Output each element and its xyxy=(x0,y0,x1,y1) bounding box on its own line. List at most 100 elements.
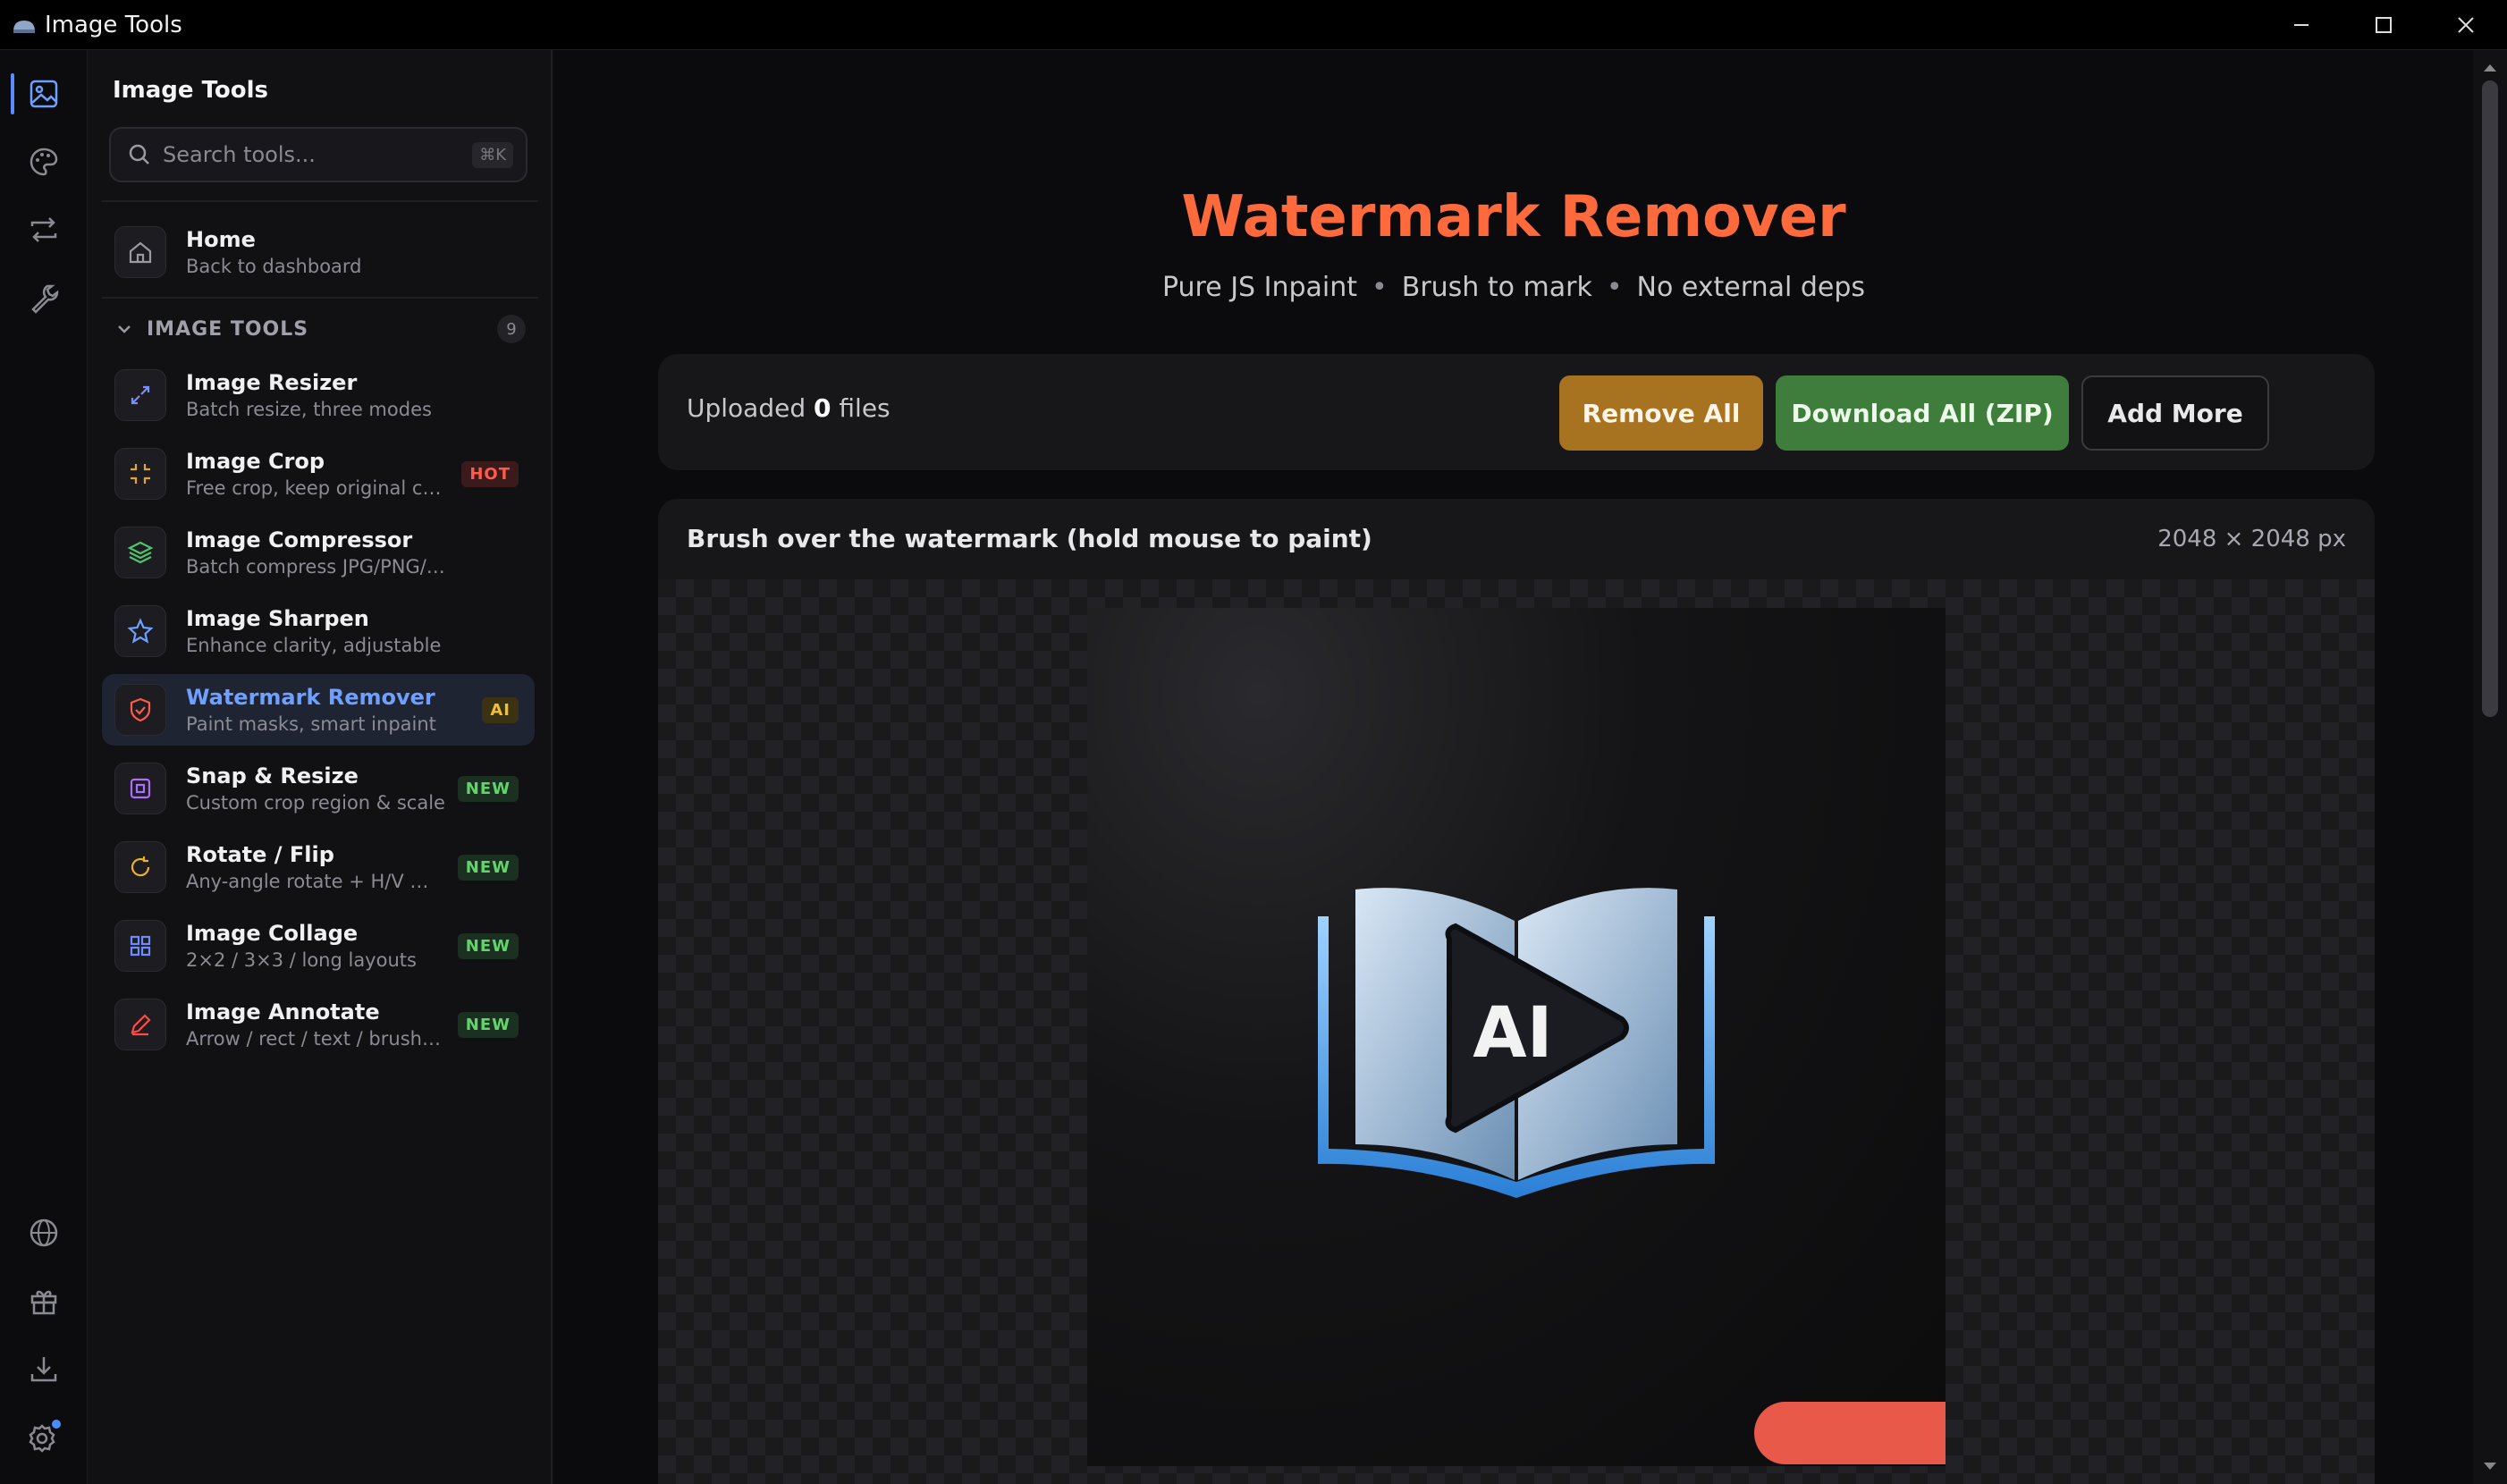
notification-dot xyxy=(52,1420,61,1429)
sidebar-item-subtitle: Batch compress JPG/PNG/WebP xyxy=(186,556,445,578)
maximize-button[interactable] xyxy=(2342,0,2425,50)
scroll-down-icon[interactable] xyxy=(2473,1454,2507,1480)
paint-canvas-area[interactable]: AI xyxy=(658,579,2375,1484)
page-subtitle: Pure JS Inpaint • Brush to mark • No externa… xyxy=(1161,272,1866,303)
globe-icon xyxy=(30,1218,58,1247)
uploaded-count: Uploaded 0 files xyxy=(687,393,891,423)
title-bar: Image Tools xyxy=(0,0,2507,50)
section-label: IMAGE TOOLS xyxy=(147,317,309,341)
sidebar-item-watermark-remover[interactable]: Watermark Remover Paint masks, smart inp… xyxy=(102,674,535,746)
search-input[interactable] xyxy=(163,142,473,167)
minimize-button[interactable] xyxy=(2260,0,2342,50)
new-badge: NEW xyxy=(457,932,519,959)
sidebar-item-image-annotate[interactable]: Image Annotate Arrow / rect / text / bru… xyxy=(102,989,535,1060)
sidebar-item-subtitle: Free crop, keep original clarity xyxy=(186,477,445,499)
window-title: Image Tools xyxy=(45,11,182,38)
image-icon xyxy=(30,80,58,108)
section-count-badge: 9 xyxy=(497,315,526,343)
sidebar-item-snap-resize[interactable]: Snap & Resize Custom crop region & scale… xyxy=(102,753,535,824)
rail-convert-tools[interactable] xyxy=(20,206,68,254)
rail-download[interactable] xyxy=(20,1345,68,1393)
subtitle-feature: Brush to mark xyxy=(1401,272,1592,303)
layers-icon xyxy=(114,527,166,578)
sidebar-item-subtitle: 2×2 / 3×3 / long layouts xyxy=(186,949,417,971)
close-button[interactable] xyxy=(2425,0,2507,50)
sidebar-item-subtitle: Arrow / rect / text / brush / mosaic xyxy=(186,1028,445,1050)
rotate-icon xyxy=(114,841,166,893)
search-box[interactable]: ⌘K xyxy=(109,127,528,182)
resize-icon xyxy=(114,369,166,421)
sidebar-item-subtitle: Batch resize, three modes xyxy=(186,399,432,420)
rail-color-tools[interactable] xyxy=(20,138,68,186)
scroll-up-icon[interactable] xyxy=(2473,54,2507,80)
pen-icon xyxy=(114,999,166,1050)
shield-icon xyxy=(114,684,166,736)
image-dimensions: 2048 × 2048 px xyxy=(2157,526,2346,552)
ai-badge: AI xyxy=(482,696,519,723)
tools-sidebar: Image Tools ⌘K Home Back to dashboard IM… xyxy=(88,50,553,1484)
rail-image-tools[interactable] xyxy=(20,70,68,118)
brush-editor: Brush over the watermark (hold mouse to … xyxy=(658,499,2375,1484)
sidebar-item-title: Image Resizer xyxy=(186,370,358,395)
download-icon xyxy=(30,1357,57,1382)
book-play-illustration: AI xyxy=(1318,888,1715,1198)
editor-header: Brush over the watermark (hold mouse to … xyxy=(658,499,2375,579)
icon-rail xyxy=(0,50,88,1484)
main-content: Watermark Remover Pure JS Inpaint • Brush … xyxy=(554,50,2473,1484)
sidebar-item-subtitle: Any-angle rotate + H/V mirror xyxy=(186,871,445,892)
rail-active-indicator xyxy=(11,73,14,114)
subtitle-feature: No external deps xyxy=(1636,272,1866,303)
search-shortcut-hint: ⌘K xyxy=(472,141,513,168)
image-ai-text: AI xyxy=(1473,993,1552,1074)
sidebar-item-image-compressor[interactable]: Image Compressor Batch compress JPG/PNG/… xyxy=(102,517,535,588)
hot-badge: HOT xyxy=(461,460,519,487)
close-icon xyxy=(2458,17,2474,33)
rail-gift[interactable] xyxy=(20,1277,68,1325)
sidebar-item-title: Home xyxy=(186,227,256,252)
rail-language[interactable] xyxy=(20,1209,68,1257)
minimize-icon xyxy=(2294,24,2309,26)
chevron-down-icon xyxy=(118,325,131,333)
sidebar-title: Image Tools xyxy=(113,77,269,104)
file-toolbar: Uploaded 0 files Remove All Download All… xyxy=(658,354,2375,470)
page-title: Watermark Remover xyxy=(1181,184,1846,250)
divider xyxy=(102,200,538,202)
divider xyxy=(102,297,538,299)
sidebar-item-title: Rotate / Flip xyxy=(186,842,334,867)
sidebar-item-subtitle: Custom crop region & scale xyxy=(186,792,445,814)
sidebar-item-image-crop[interactable]: Image Crop Free crop, keep original clar… xyxy=(102,438,535,510)
sidebar-item-rotate-flip[interactable]: Rotate / Flip Any-angle rotate + H/V mir… xyxy=(102,831,535,903)
sidebar-item-image-collage[interactable]: Image Collage 2×2 / 3×3 / long layouts N… xyxy=(102,910,535,982)
rail-settings[interactable] xyxy=(20,1412,68,1461)
section-toggle-image-tools[interactable]: IMAGE TOOLS 9 xyxy=(114,311,526,347)
vertical-scrollbar[interactable] xyxy=(2473,50,2507,1484)
star-icon xyxy=(114,605,166,657)
scroll-thumb[interactable] xyxy=(2482,80,2498,717)
home-icon xyxy=(114,226,166,278)
grid-icon xyxy=(114,920,166,972)
maximize-icon xyxy=(2376,17,2392,33)
download-all-zip-button[interactable]: Download All (ZIP) xyxy=(1776,375,2069,451)
sidebar-item-title: Image Sharpen xyxy=(186,606,369,631)
crop-icon xyxy=(114,448,166,500)
sidebar-item-title: Image Annotate xyxy=(186,999,380,1024)
remove-all-button[interactable]: Remove All xyxy=(1559,375,1763,451)
sidebar-item-subtitle: Back to dashboard xyxy=(186,256,362,277)
sidebar-item-image-sharpen[interactable]: Image Sharpen Enhance clarity, adjustabl… xyxy=(102,595,535,667)
sidebar-item-image-resizer[interactable]: Image Resizer Batch resize, three modes xyxy=(102,359,535,431)
wrench-icon xyxy=(31,284,59,314)
snap-icon xyxy=(114,763,166,814)
sidebar-item-title: Watermark Remover xyxy=(186,685,435,710)
image-canvas[interactable]: AI xyxy=(1087,608,1946,1466)
rail-dev-tools[interactable] xyxy=(20,274,68,322)
sidebar-item-title: Image Collage xyxy=(186,921,359,946)
subtitle-feature: Pure JS Inpaint xyxy=(1161,272,1358,303)
sidebar-item-title: Image Crop xyxy=(186,449,325,474)
new-badge: NEW xyxy=(457,1011,519,1038)
sidebar-item-title: Image Compressor xyxy=(186,527,413,552)
sidebar-item-title: Snap & Resize xyxy=(186,763,359,788)
add-more-button[interactable]: Add More xyxy=(2081,375,2269,451)
sidebar-item-home[interactable]: Home Back to dashboard xyxy=(102,216,535,288)
new-badge: NEW xyxy=(457,775,519,802)
settings-icon xyxy=(29,1420,61,1453)
